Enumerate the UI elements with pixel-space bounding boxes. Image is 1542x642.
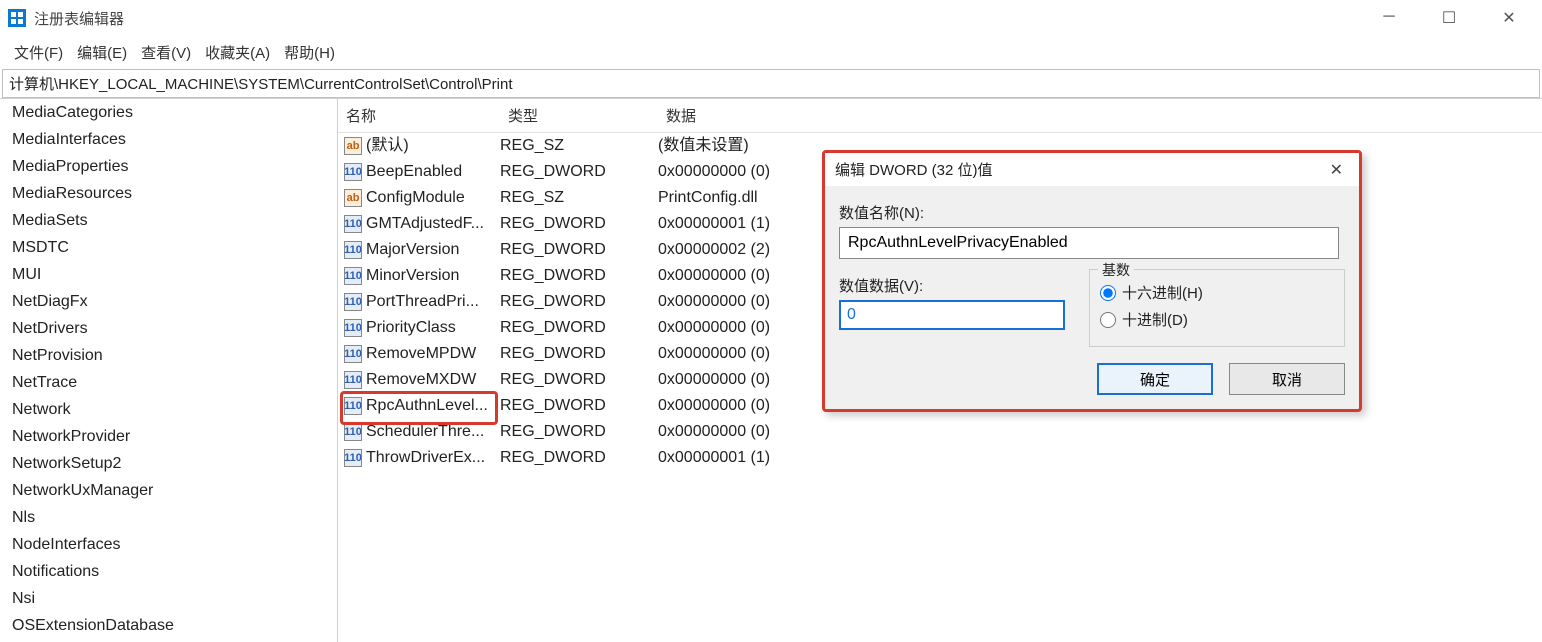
dword-value-icon: 110 (344, 163, 362, 181)
col-data[interactable]: 数据 (658, 103, 1542, 128)
list-header: 名称 类型 数据 (338, 99, 1542, 133)
value-type: REG_SZ (500, 133, 658, 159)
tree-item[interactable]: MediaCategories (0, 99, 337, 126)
tree-item[interactable]: MUI (0, 261, 337, 288)
value-name: ConfigModule (366, 185, 500, 211)
list-row[interactable]: 110SchedulerThre...REG_DWORD0x00000000 (… (338, 419, 1542, 445)
tree-item[interactable]: OSExtensionDatabase (0, 612, 337, 639)
menu-help[interactable]: 帮助(H) (284, 42, 335, 63)
tree-item[interactable]: NetTrace (0, 369, 337, 396)
cancel-button[interactable]: 取消 (1229, 363, 1345, 395)
minimize-button[interactable]: ─ (1374, 8, 1404, 28)
value-name: SchedulerThre... (366, 419, 500, 445)
col-name[interactable]: 名称 (338, 103, 500, 128)
radio-hex-input[interactable] (1100, 285, 1116, 301)
value-type: REG_DWORD (500, 263, 658, 289)
tree-item[interactable]: MediaInterfaces (0, 126, 337, 153)
menu-favorites[interactable]: 收藏夹(A) (205, 42, 270, 63)
value-data: 0x00000000 (0) (658, 419, 1542, 445)
dword-value-icon: 110 (344, 293, 362, 311)
dword-value-icon: 110 (344, 319, 362, 337)
value-name-label: 数值名称(N): (839, 202, 1345, 223)
value-name: ThrowDriverEx... (366, 445, 500, 471)
titlebar: 注册表编辑器 ─ ☐ ✕ (0, 0, 1542, 36)
dword-value-icon: 110 (344, 449, 362, 467)
value-type: REG_DWORD (500, 315, 658, 341)
value-name: PriorityClass (366, 315, 500, 341)
app-icon (8, 9, 26, 27)
value-name: MinorVersion (366, 263, 500, 289)
value-type: REG_DWORD (500, 445, 658, 471)
dialog-title: 编辑 DWORD (32 位)值 (835, 159, 993, 180)
menu-edit[interactable]: 编辑(E) (77, 42, 127, 63)
dword-value-icon: 110 (344, 397, 362, 415)
tree-panel[interactable]: MediaCategoriesMediaInterfacesMediaPrope… (0, 99, 338, 642)
dialog-title-bar[interactable]: 编辑 DWORD (32 位)值 ✕ (825, 153, 1359, 186)
tree-item[interactable]: Nls (0, 504, 337, 531)
tree-item[interactable]: MediaProperties (0, 153, 337, 180)
tree-item[interactable]: NetProvision (0, 342, 337, 369)
ok-button[interactable]: 确定 (1097, 363, 1213, 395)
col-type[interactable]: 类型 (500, 103, 658, 128)
value-type: REG_DWORD (500, 341, 658, 367)
value-data-label: 数值数据(V): (839, 275, 1065, 296)
edit-dword-dialog: 编辑 DWORD (32 位)值 ✕ 数值名称(N): 数值数据(V): 基数 … (822, 150, 1362, 412)
dword-value-icon: 110 (344, 423, 362, 441)
value-type: REG_DWORD (500, 367, 658, 393)
tree-item[interactable]: MediaSets (0, 207, 337, 234)
value-data-field[interactable] (839, 300, 1065, 330)
value-type: REG_DWORD (500, 393, 658, 419)
value-data: 0x00000001 (1) (658, 445, 1542, 471)
tree-item[interactable]: Nsi (0, 585, 337, 612)
value-type: REG_DWORD (500, 237, 658, 263)
tree-item[interactable]: NetDrivers (0, 315, 337, 342)
tree-item[interactable]: NetworkProvider (0, 423, 337, 450)
close-button[interactable]: ✕ (1494, 8, 1524, 28)
value-name: GMTAdjustedF... (366, 211, 500, 237)
menu-view[interactable]: 查看(V) (141, 42, 191, 63)
value-name: BeepEnabled (366, 159, 500, 185)
value-name: MajorVersion (366, 237, 500, 263)
value-name: RemoveMPDW (366, 341, 500, 367)
tree-item[interactable]: NetDiagFx (0, 288, 337, 315)
value-name: PortThreadPri... (366, 289, 500, 315)
base-legend: 基数 (1098, 260, 1134, 280)
dword-value-icon: 110 (344, 215, 362, 233)
tree-item[interactable]: NetworkUxManager (0, 477, 337, 504)
value-name: RemoveMXDW (366, 367, 500, 393)
string-value-icon: ab (344, 137, 362, 155)
value-type: REG_SZ (500, 185, 658, 211)
window-controls: ─ ☐ ✕ (1374, 8, 1534, 28)
tree-item[interactable]: NetworkSetup2 (0, 450, 337, 477)
tree-item[interactable]: Network (0, 396, 337, 423)
value-type: REG_DWORD (500, 419, 658, 445)
value-name: RpcAuthnLevel... (366, 393, 500, 419)
base-group: 基数 十六进制(H) 十进制(D) (1089, 269, 1345, 347)
string-value-icon: ab (344, 189, 362, 207)
value-name-field[interactable] (839, 227, 1339, 259)
menu-file[interactable]: 文件(F) (14, 42, 63, 63)
address-bar[interactable]: 计算机\HKEY_LOCAL_MACHINE\SYSTEM\CurrentCon… (2, 69, 1540, 98)
value-name: (默认) (366, 133, 500, 159)
menubar: 文件(F) 编辑(E) 查看(V) 收藏夹(A) 帮助(H) (0, 36, 1542, 69)
tree-item[interactable]: MSDTC (0, 234, 337, 261)
dialog-close-icon[interactable]: ✕ (1324, 160, 1349, 180)
radio-hex[interactable]: 十六进制(H) (1100, 282, 1334, 303)
tree-item[interactable]: MediaResources (0, 180, 337, 207)
dword-value-icon: 110 (344, 267, 362, 285)
dword-value-icon: 110 (344, 345, 362, 363)
dword-value-icon: 110 (344, 241, 362, 259)
value-type: REG_DWORD (500, 289, 658, 315)
radio-dec[interactable]: 十进制(D) (1100, 309, 1334, 330)
value-type: REG_DWORD (500, 159, 658, 185)
maximize-button[interactable]: ☐ (1434, 8, 1464, 28)
radio-dec-input[interactable] (1100, 312, 1116, 328)
value-type: REG_DWORD (500, 211, 658, 237)
tree-item[interactable]: NodeInterfaces (0, 531, 337, 558)
dword-value-icon: 110 (344, 371, 362, 389)
window-title: 注册表编辑器 (34, 8, 124, 29)
tree-item[interactable]: Notifications (0, 558, 337, 585)
list-row[interactable]: 110ThrowDriverEx...REG_DWORD0x00000001 (… (338, 445, 1542, 471)
